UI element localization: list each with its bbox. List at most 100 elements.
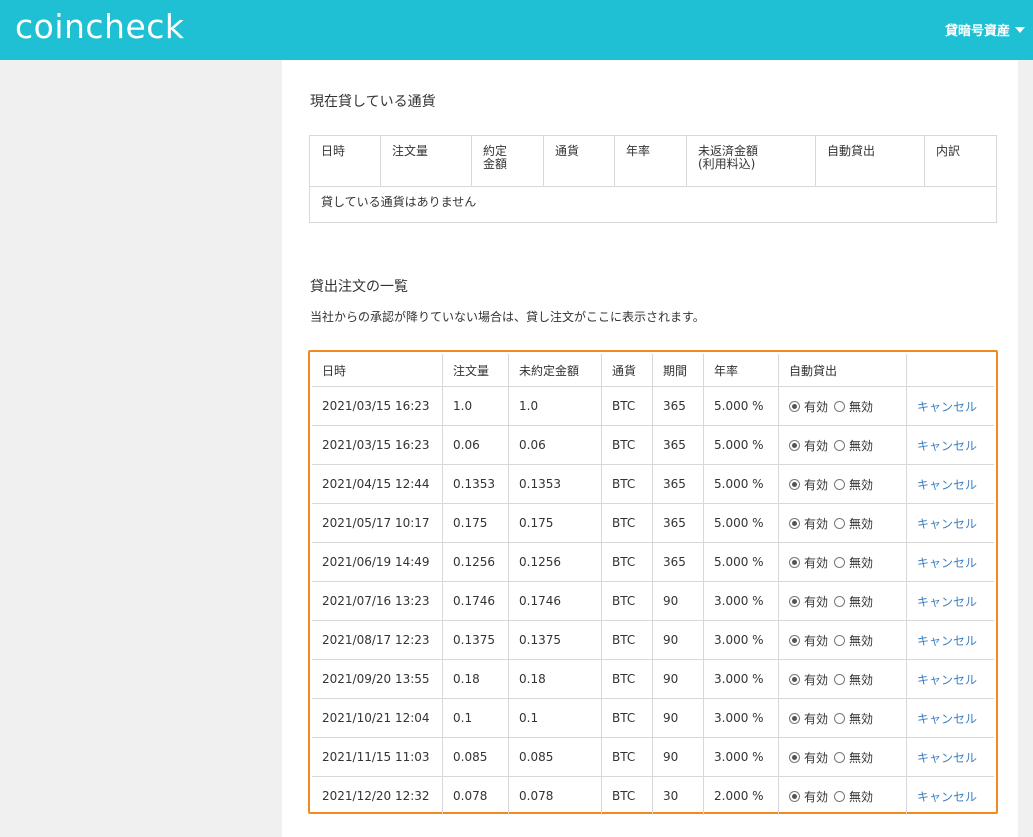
auto-lending-off-radio[interactable] <box>834 400 846 412</box>
auto-lending-on-radio[interactable] <box>789 478 800 490</box>
cell-auto-lending: 有効 無効 <box>778 776 907 815</box>
cell-rate: 3.000 % <box>703 698 779 738</box>
auto-lending-on-label[interactable]: 有効 <box>804 634 828 648</box>
orders-highlight-frame: 日時 注文量 未約定金額 通貨 期間 年率 自動貸出 2021/03/15 16… <box>308 350 998 815</box>
auto-lending-off-radio[interactable] <box>834 712 846 724</box>
auto-lending-on-radio[interactable] <box>789 634 800 646</box>
cell-datetime: 2021/12/20 12:32 <box>312 776 443 815</box>
cell-period: 365 <box>652 425 704 465</box>
auto-lending-on-radio[interactable] <box>789 673 800 685</box>
cell-amount: 0.1375 <box>442 620 509 660</box>
auto-lending-off-radio[interactable] <box>834 478 846 490</box>
auto-lending-on-radio[interactable] <box>789 712 800 724</box>
auto-lending-on-label[interactable]: 有効 <box>804 712 828 726</box>
cancel-link[interactable]: キャンセル <box>917 673 977 687</box>
auto-lending-on-radio[interactable] <box>789 400 800 412</box>
auto-lending-off-label[interactable]: 無効 <box>849 517 873 531</box>
auto-lending-on-label[interactable]: 有効 <box>804 751 828 765</box>
cell-period: 90 <box>652 698 704 738</box>
auto-lending-off-label[interactable]: 無効 <box>849 556 873 570</box>
auto-lending-off-label[interactable]: 無効 <box>849 673 873 687</box>
auto-lending-off-radio[interactable] <box>834 634 846 646</box>
cancel-link[interactable]: キャンセル <box>917 439 977 453</box>
cell-currency: BTC <box>601 464 653 504</box>
col-amount: 注文量 <box>442 354 509 387</box>
auto-lending-on-label[interactable]: 有効 <box>804 517 828 531</box>
auto-lending-on-label[interactable]: 有効 <box>804 595 828 609</box>
auto-lending-on-label[interactable]: 有効 <box>804 556 828 570</box>
auto-lending-off-radio[interactable] <box>834 595 846 607</box>
cell-amount: 0.1256 <box>442 542 509 582</box>
cell-period: 90 <box>652 659 704 699</box>
auto-lending-off-label[interactable]: 無効 <box>849 712 873 726</box>
auto-lending-off-radio[interactable] <box>834 751 846 763</box>
cancel-link[interactable]: キャンセル <box>917 517 977 531</box>
cell-currency: BTC <box>601 503 653 543</box>
auto-lending-off-radio[interactable] <box>834 556 846 568</box>
cancel-link[interactable]: キャンセル <box>917 712 977 726</box>
auto-lending-on-radio[interactable] <box>789 790 800 802</box>
cell-datetime: 2021/03/15 16:23 <box>312 425 443 465</box>
table-row: 2021/08/17 12:23 0.1375 0.1375 BTC 90 3.000 %… <box>312 620 994 660</box>
col-currency: 通貨 <box>543 135 615 187</box>
cell-unfilled: 1.0 <box>508 386 602 426</box>
cell-rate: 5.000 % <box>703 464 779 504</box>
cell-unfilled: 0.175 <box>508 503 602 543</box>
cancel-link[interactable]: キャンセル <box>917 751 977 765</box>
auto-lending-off-label[interactable]: 無効 <box>849 478 873 492</box>
cell-currency: BTC <box>601 698 653 738</box>
current-lending-title: 現在貸している通貨 <box>310 94 436 110</box>
cancel-link[interactable]: キャンセル <box>917 478 977 492</box>
cell-currency: BTC <box>601 425 653 465</box>
cell-datetime: 2021/07/16 13:23 <box>312 581 443 621</box>
auto-lending-on-radio[interactable] <box>789 517 800 529</box>
cell-datetime: 2021/04/15 12:44 <box>312 464 443 504</box>
cancel-link[interactable]: キャンセル <box>917 595 977 609</box>
cell-auto-lending: 有効 無効 <box>778 659 907 699</box>
cell-action: キャンセル <box>906 386 994 426</box>
auto-lending-off-label[interactable]: 無効 <box>849 751 873 765</box>
cancel-link[interactable]: キャンセル <box>917 634 977 648</box>
cell-unfilled: 0.078 <box>508 776 602 815</box>
auto-lending-on-label[interactable]: 有効 <box>804 439 828 453</box>
cell-datetime: 2021/05/17 10:17 <box>312 503 443 543</box>
auto-lending-on-label[interactable]: 有効 <box>804 478 828 492</box>
auto-lending-on-label[interactable]: 有効 <box>804 790 828 804</box>
cancel-link[interactable]: キャンセル <box>917 556 977 570</box>
col-auto-lending: 自動貸出 <box>815 135 925 187</box>
auto-lending-on-radio[interactable] <box>789 439 800 451</box>
auto-lending-off-label[interactable]: 無効 <box>849 790 873 804</box>
cell-action: キャンセル <box>906 776 994 815</box>
table-row: 2021/10/21 12:04 0.1 0.1 BTC 90 3.000 % 有効 無効 キャ… <box>312 698 994 738</box>
auto-lending-off-label[interactable]: 無効 <box>849 439 873 453</box>
crypto-lending-menu[interactable]: 貸暗号資産 <box>945 20 1025 39</box>
auto-lending-off-label[interactable]: 無効 <box>849 634 873 648</box>
auto-lending-on-label[interactable]: 有効 <box>804 400 828 414</box>
auto-lending-on-label[interactable]: 有効 <box>804 673 828 687</box>
auto-lending-on-radio[interactable] <box>789 595 800 607</box>
auto-lending-off-label[interactable]: 無効 <box>849 595 873 609</box>
col-contract-amount: 約定 金額 <box>471 135 544 187</box>
cell-datetime: 2021/08/17 12:23 <box>312 620 443 660</box>
cancel-link[interactable]: キャンセル <box>917 400 977 414</box>
cell-rate: 3.000 % <box>703 581 779 621</box>
auto-lending-on-radio[interactable] <box>789 751 800 763</box>
auto-lending-on-radio[interactable] <box>789 556 800 568</box>
cell-action: キャンセル <box>906 620 994 660</box>
auto-lending-off-label[interactable]: 無効 <box>849 400 873 414</box>
auto-lending-off-radio[interactable] <box>834 790 846 802</box>
cell-rate: 3.000 % <box>703 659 779 699</box>
cell-unfilled: 0.1256 <box>508 542 602 582</box>
cell-rate: 5.000 % <box>703 386 779 426</box>
auto-lending-off-radio[interactable] <box>834 673 846 685</box>
cell-rate: 2.000 % <box>703 776 779 815</box>
auto-lending-off-radio[interactable] <box>834 439 846 451</box>
auto-lending-off-radio[interactable] <box>834 517 846 529</box>
table-row: 2021/05/17 10:17 0.175 0.175 BTC 365 5.000 % 有… <box>312 503 994 543</box>
orders-header-row: 日時 注文量 未約定金額 通貨 期間 年率 自動貸出 <box>312 354 994 387</box>
coincheck-logo[interactable]: coincheck <box>15 7 185 46</box>
cancel-link[interactable]: キャンセル <box>917 790 977 804</box>
cell-amount: 0.1353 <box>442 464 509 504</box>
col-rate: 年率 <box>703 354 779 387</box>
cell-amount: 0.1 <box>442 698 509 738</box>
